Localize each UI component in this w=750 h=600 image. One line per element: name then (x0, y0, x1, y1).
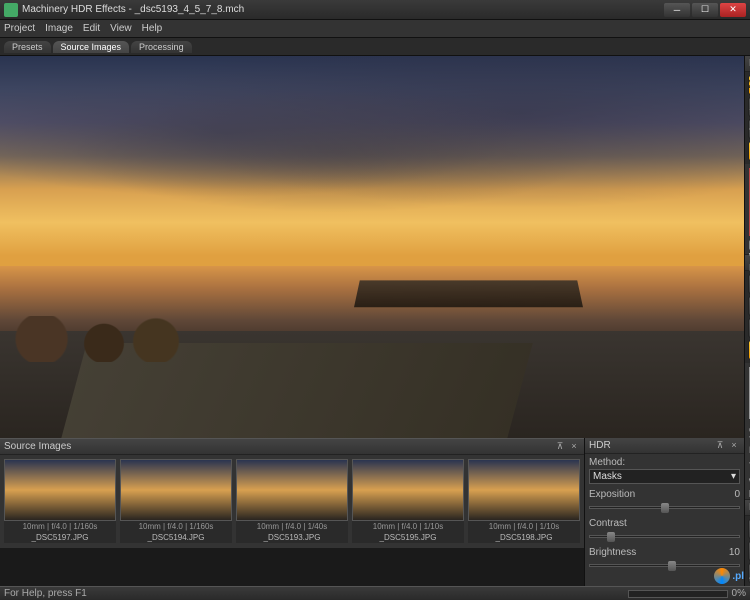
progress-text: 0% (732, 588, 746, 599)
chevron-down-icon: ▾ (731, 471, 736, 482)
maximize-button[interactable]: ☐ (692, 3, 718, 17)
panel-pin-icon[interactable]: ⊼ (714, 440, 726, 452)
brightness-label: Brightness (589, 547, 636, 558)
thumb-4[interactable]: 10mm | f/4.0 | 1/10s_DSC5198.JPG (468, 459, 580, 543)
panel-close-icon[interactable]: × (728, 440, 740, 452)
thumb-0[interactable]: 10mm | f/4.0 | 1/160s_DSC5197.JPG (4, 459, 116, 543)
thumbnail-strip: 10mm | f/4.0 | 1/160s_DSC5197.JPG 10mm |… (0, 455, 584, 547)
thumb-1[interactable]: 10mm | f/4.0 | 1/160s_DSC5194.JPG (120, 459, 232, 543)
status-help-text: For Help, press F1 (4, 588, 87, 599)
panel-close-icon[interactable]: × (568, 441, 580, 453)
menu-help[interactable]: Help (142, 23, 163, 34)
source-images-title: Source Images (4, 441, 552, 452)
window-titlebar: Machinery HDR Effects - _dsc5193_4_5_7_8… (0, 0, 750, 20)
thumb-3[interactable]: 10mm | f/4.0 | 1/10s_DSC5195.JPG (352, 459, 464, 543)
thumb-2[interactable]: 10mm | f/4.0 | 1/40s_DSC5193.JPG (236, 459, 348, 543)
close-button[interactable]: ✕ (720, 3, 746, 17)
hdr-method-dropdown[interactable]: Masks▾ (589, 469, 740, 484)
tab-bar: Presets Source Images Processing (0, 38, 750, 56)
exposition-value: 0 (734, 489, 740, 500)
menu-project[interactable]: Project (4, 23, 35, 34)
exposition-label: Exposition (589, 489, 635, 500)
main-area: Source Images ⊼ × 10mm | f/4.0 | 1/160s_… (0, 56, 750, 586)
status-bar: For Help, press F1 0% (0, 586, 750, 600)
brightness-slider[interactable] (589, 559, 740, 571)
exposition-slider[interactable] (589, 501, 740, 513)
contrast-slider[interactable] (589, 530, 740, 542)
app-icon (4, 3, 18, 17)
progress-bar (628, 590, 728, 598)
histogram-header: Histogram ⊼ × (745, 500, 750, 516)
hdr-panel-header: HDR ⊼ × (585, 438, 744, 454)
left-column: Source Images ⊼ × 10mm | f/4.0 | 1/160s_… (0, 56, 744, 586)
minimize-button[interactable]: ─ (664, 3, 690, 17)
hdr-title: HDR (589, 440, 712, 451)
menu-view[interactable]: View (110, 23, 132, 34)
right-sidebar: Navigator ⊼ × ⛶ 1:1 ✥ ⚙ White Balance ⊼ … (744, 56, 750, 586)
contrast-label: Contrast (589, 518, 627, 529)
hdr-method-label: Method: (589, 457, 625, 468)
tab-processing[interactable]: Processing (131, 41, 192, 53)
white-balance-header: White Balance ⊼ × (745, 255, 750, 271)
panel-pin-icon[interactable]: ⊼ (554, 441, 566, 453)
source-images-panel-header: Source Images ⊼ × (0, 439, 584, 455)
menu-image[interactable]: Image (45, 23, 73, 34)
navigator-header: Navigator ⊼ × (745, 56, 750, 72)
window-title: Machinery HDR Effects - _dsc5193_4_5_7_8… (22, 4, 664, 15)
preview-canvas[interactable] (0, 56, 744, 438)
menu-edit[interactable]: Edit (83, 23, 100, 34)
hdr-preview-image (0, 56, 744, 438)
brightness-value: 10 (729, 547, 740, 558)
menu-bar: Project Image Edit View Help (0, 20, 750, 38)
tab-presets[interactable]: Presets (4, 41, 51, 53)
tab-source-images[interactable]: Source Images (53, 41, 130, 53)
